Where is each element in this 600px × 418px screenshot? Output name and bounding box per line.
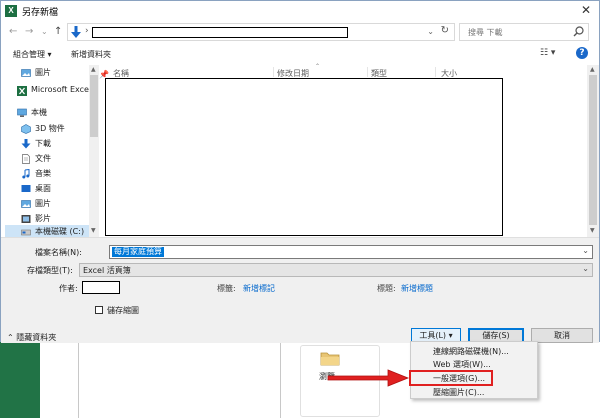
drive-icon	[21, 229, 31, 236]
sidebar-scrollbar-thumb[interactable]	[90, 75, 98, 137]
new-folder-button[interactable]: 新增資料夾	[71, 49, 111, 60]
background-divider	[78, 340, 79, 418]
column-separator[interactable]	[367, 67, 368, 77]
video-icon	[21, 215, 31, 223]
command-bar: 組合管理 ▾ 新增資料夾 ☷ ▾ ?	[1, 43, 599, 65]
excel-app-icon: X	[5, 5, 17, 17]
back-arrow-icon[interactable]: ←	[9, 25, 17, 39]
view-options-icon[interactable]: ☷ ▾	[540, 48, 555, 58]
folder-icon	[320, 352, 340, 366]
tags-label: 標籤:	[217, 284, 236, 293]
dialog-title: 另存新檔	[22, 8, 59, 18]
close-icon[interactable]: ✕	[581, 3, 591, 17]
navigation-pane: 圖片 📌 Microsoft Excel 本機 3D 物件 下載 文件 音樂 桌…	[1, 65, 109, 237]
redacted-file-list	[105, 78, 503, 236]
save-options-area: 檔案名稱(N): 每月家庭預算 ⌄ 存檔類型(T): Excel 活頁簿 ⌄ 作…	[1, 237, 599, 343]
filename-value: 每月家庭預算	[112, 247, 164, 257]
filetype-value: Excel 活頁簿	[83, 266, 131, 275]
picture-icon	[21, 200, 31, 208]
filename-input[interactable]: 每月家庭預算 ⌄	[109, 245, 593, 259]
save-thumbnail-label: 儲存縮圖	[107, 306, 139, 315]
scroll-up-icon[interactable]: ▲	[590, 66, 595, 73]
hide-folders-label: 隱藏資料夾	[16, 333, 57, 342]
recent-locations-chevron-icon[interactable]: ⌄	[41, 25, 48, 39]
search-placeholder: 搜尋 下載	[468, 28, 503, 37]
author-field[interactable]	[82, 281, 120, 294]
redacted-path	[92, 27, 348, 38]
background-divider	[280, 340, 281, 418]
cancel-button[interactable]: 取消	[531, 328, 593, 343]
filetype-select[interactable]: Excel 活頁簿 ⌄	[79, 263, 593, 277]
menu-item-compress-pictures[interactable]: 壓縮圖片(C)...	[433, 387, 484, 398]
pc-icon	[17, 108, 27, 117]
filetype-label: 存檔類型(T):	[27, 266, 73, 275]
excel-icon	[17, 86, 27, 96]
organize-button[interactable]: 組合管理 ▾	[13, 49, 52, 60]
address-chevron-icon: ›	[85, 26, 89, 36]
music-icon	[22, 169, 30, 179]
save-as-dialog: X 另存新檔 ✕ ← → ⌄ ↑ › ⌄ ↻ 搜尋 下載 組合管理 ▾ 新增資料…	[0, 0, 600, 343]
search-box[interactable]: 搜尋 下載	[459, 23, 589, 41]
add-title-link[interactable]: 新增標題	[401, 283, 433, 294]
add-tag-link[interactable]: 新增標記	[243, 283, 275, 294]
excel-sidebar-background	[0, 340, 40, 418]
filename-label: 檔案名稱(N):	[35, 248, 82, 257]
hide-folders-button[interactable]: ⌃ 隱藏資料夾	[7, 332, 56, 343]
up-arrow-icon[interactable]: ↑	[54, 25, 62, 39]
menu-item-map-network-drive[interactable]: 連線網路磁碟機(N)...	[433, 346, 509, 357]
download-icon	[21, 139, 31, 149]
scroll-down-icon[interactable]: ▼	[590, 227, 595, 234]
chevron-up-icon: ⌃	[7, 333, 14, 342]
forward-arrow-icon[interactable]: →	[25, 25, 33, 39]
scroll-up-icon[interactable]: ▲	[91, 66, 96, 73]
column-separator[interactable]	[435, 67, 436, 77]
highlight-box	[409, 370, 493, 386]
author-label: 作者:	[59, 284, 78, 293]
sort-chevron-icon: ⌃	[315, 63, 321, 70]
scroll-down-icon[interactable]: ▼	[91, 227, 96, 234]
title-label: 標題:	[377, 284, 396, 293]
chevron-down-icon[interactable]: ⌄	[582, 246, 589, 255]
picture-icon	[21, 69, 31, 77]
3d-objects-icon	[21, 124, 31, 134]
desktop-icon	[21, 185, 31, 192]
menu-item-web-options[interactable]: Web 選項(W)...	[433, 359, 491, 370]
download-arrow-icon	[71, 26, 81, 38]
chevron-down-icon[interactable]: ⌄	[582, 264, 589, 273]
refresh-icon[interactable]: ↻	[441, 25, 449, 36]
save-thumbnail-checkbox[interactable]	[95, 306, 103, 314]
navigation-bar: ← → ⌄ ↑ › ⌄ ↻ 搜尋 下載	[1, 21, 599, 43]
address-bar[interactable]: › ⌄ ↻	[67, 23, 455, 41]
title-bar: X 另存新檔 ✕	[1, 1, 599, 21]
document-icon	[22, 154, 30, 164]
address-dropdown-icon[interactable]: ⌄	[427, 27, 434, 36]
file-list-scrollbar-thumb[interactable]	[589, 75, 597, 225]
help-icon[interactable]: ?	[576, 47, 588, 59]
search-icon	[573, 26, 584, 37]
column-separator[interactable]	[273, 67, 274, 77]
file-list: 名稱 ⌃ 修改日期 類型 大小 ▲ ▼	[101, 63, 599, 237]
red-arrow-icon	[327, 369, 410, 387]
